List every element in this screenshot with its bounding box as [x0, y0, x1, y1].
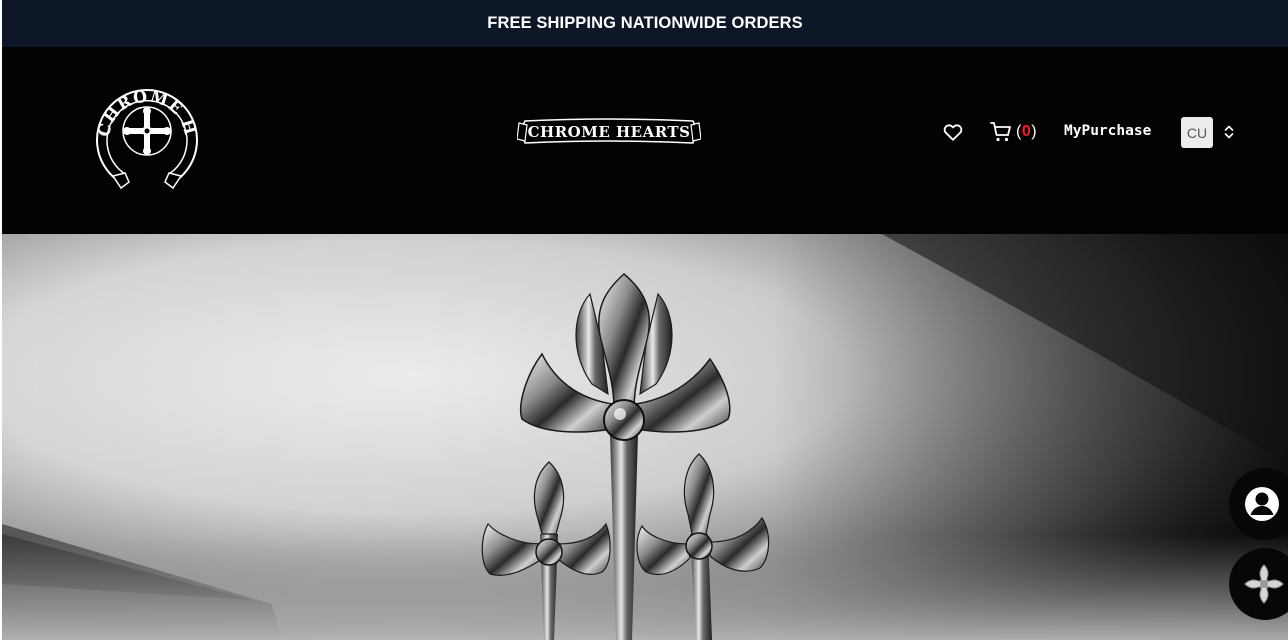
mypurchase-link[interactable]: MyPurchase [1064, 123, 1151, 139]
account-circle-icon [1245, 487, 1279, 521]
cart-button[interactable]: (0) [989, 120, 1037, 144]
currency-code: CU [1186, 124, 1208, 141]
announcement-text: FREE SHIPPING NATIONWIDE ORDERS [487, 14, 803, 32]
page: FREE SHIPPING NATIONWIDE ORDERS CHROME H… [2, 0, 1288, 640]
chevron-up-down-icon[interactable] [1223, 124, 1235, 140]
cart-count: 0 [1021, 123, 1032, 140]
cart-count-wrapper: (0) [1016, 123, 1037, 141]
cart-count-close-paren: ) [1031, 123, 1038, 140]
brand-emblem-logo[interactable]: CHROME HEARTS [83, 61, 203, 192]
announcement-bar: FREE SHIPPING NATIONWIDE ORDERS [2, 0, 1288, 47]
currency-selector[interactable]: CU [1181, 117, 1213, 148]
hero-banner-image[interactable] [2, 234, 1288, 640]
wishlist-heart-icon[interactable] [942, 121, 964, 143]
chrome-hearts-cross-icon [1244, 564, 1284, 604]
site-header: CHROME HEARTS [2, 47, 1288, 234]
shopping-cart-icon [990, 122, 1011, 142]
brand-wordmark-logo[interactable]: CHROME HEARTS [516, 115, 702, 149]
wordmark-lettering: CHROME HEARTS [528, 123, 691, 141]
